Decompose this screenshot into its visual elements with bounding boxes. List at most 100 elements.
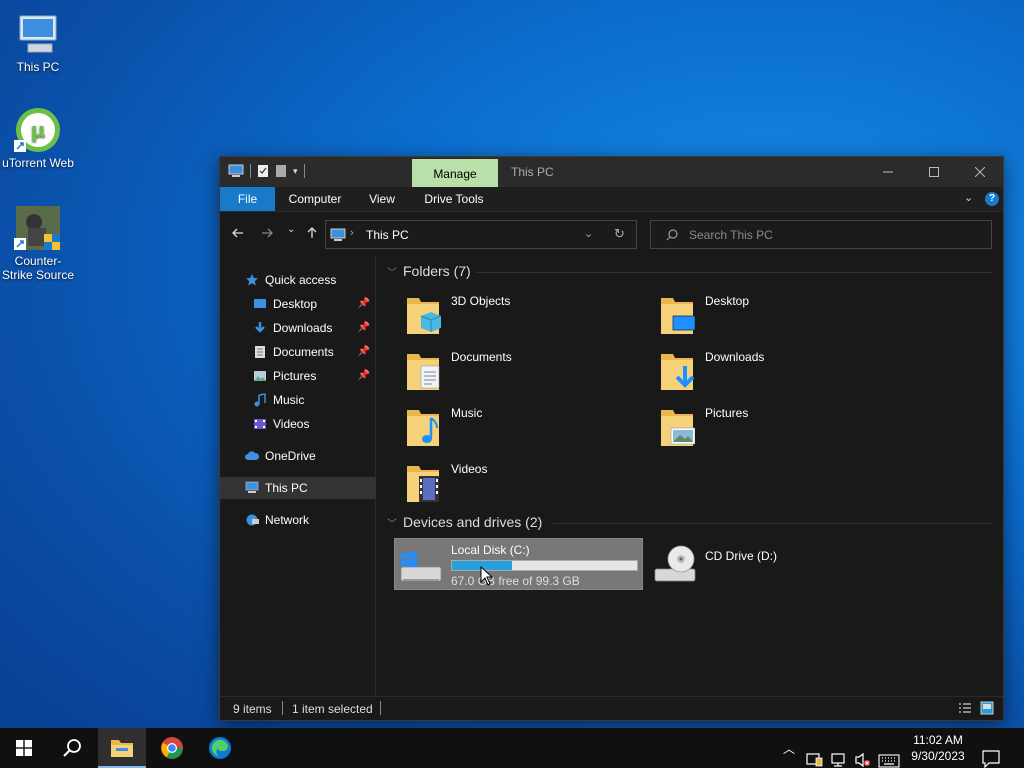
tab-computer[interactable]: Computer: [282, 187, 348, 211]
volume-muted-icon[interactable]: [854, 740, 872, 768]
large-icons-view-icon[interactable]: [980, 701, 994, 715]
properties-icon[interactable]: [257, 164, 269, 178]
videos-folder-icon: [407, 466, 439, 502]
expand-ribbon-icon[interactable]: ⌄: [964, 191, 973, 204]
taskbar-file-explorer[interactable]: [98, 728, 146, 768]
folder-label: Documents: [451, 350, 512, 364]
nav-label: This PC: [265, 481, 308, 495]
network-status-icon[interactable]: [830, 740, 848, 768]
folder-label: Downloads: [705, 350, 765, 364]
drives-header-label: Devices and drives (2): [403, 514, 543, 530]
drive-label: CD Drive (D:): [705, 549, 777, 563]
search-icon: [63, 739, 81, 757]
address-bar[interactable]: › This PC ⌄ ↻: [325, 220, 637, 249]
nav-downloads[interactable]: Downloads 📌: [220, 317, 376, 339]
folder-downloads[interactable]: Downloads: [649, 346, 889, 394]
chevron-down-icon: ﹀: [387, 268, 397, 279]
address-dropdown-icon[interactable]: ⌄: [584, 227, 593, 240]
navigation-bar: ⌄ › This PC ⌄ ↻: [220, 212, 1003, 256]
quick-access-toolbar: ▾: [228, 164, 305, 178]
nav-label: Quick access: [265, 273, 337, 287]
title-bar[interactable]: ▾ Manage This PC: [220, 157, 1003, 187]
details-view-icon[interactable]: [958, 702, 972, 714]
desktop-icon-utorrent[interactable]: µ uTorrent Web: [0, 106, 76, 170]
nav-desktop[interactable]: Desktop 📌: [220, 293, 376, 315]
nav-documents[interactable]: Documents 📌: [220, 341, 376, 363]
drive-local-disk-c[interactable]: Local Disk (C:) 67.0 GB free of 99.3 GB: [394, 538, 643, 590]
recent-locations-button[interactable]: ⌄: [287, 224, 295, 235]
folder-label: Desktop: [705, 294, 750, 308]
nav-label: Pictures: [273, 369, 317, 383]
nav-label: Music: [273, 393, 305, 407]
folder-documents[interactable]: Documents: [395, 346, 635, 394]
start-button[interactable]: [0, 728, 48, 768]
search-button[interactable]: [48, 728, 96, 768]
new-folder-icon[interactable]: [275, 164, 287, 178]
keyboard-icon[interactable]: [878, 741, 900, 768]
desktop-icon-label: uTorrent Web: [2, 156, 74, 170]
system-clock[interactable]: 11:02 AM 9/30/2023: [906, 732, 970, 764]
nav-onedrive[interactable]: OneDrive: [220, 445, 376, 467]
computer-icon: [14, 10, 62, 58]
arrow-up-icon: [307, 227, 317, 238]
nav-label: Desktop: [273, 297, 318, 311]
show-hidden-icons-button[interactable]: ︿: [783, 740, 795, 768]
nav-music[interactable]: Music: [220, 389, 376, 411]
clock-time: 11:02 AM: [913, 733, 963, 747]
edge-icon: [209, 737, 231, 759]
windows-logo-icon: [16, 740, 32, 756]
nav-videos[interactable]: Videos: [220, 413, 376, 435]
maximize-button[interactable]: [911, 157, 957, 187]
search-input[interactable]: [689, 226, 979, 244]
nav-this-pc[interactable]: This PC: [220, 477, 376, 499]
minimize-button[interactable]: [865, 157, 911, 187]
nav-pictures[interactable]: Pictures 📌: [220, 365, 376, 387]
file-explorer-window: ▾ Manage This PC File Computer View Driv…: [219, 156, 1004, 721]
folder-videos[interactable]: Videos: [395, 458, 635, 506]
forward-button[interactable]: [261, 226, 273, 242]
refresh-icon[interactable]: ↻: [614, 226, 625, 242]
folders-group-header[interactable]: ﹀ Folders (7): [387, 263, 471, 279]
security-icon[interactable]: [806, 740, 824, 768]
desktop-icon-this-pc[interactable]: This PC: [0, 10, 76, 74]
help-icon[interactable]: ?: [985, 192, 999, 206]
folder-3d-objects[interactable]: 3D Objects: [395, 290, 635, 338]
folder-desktop[interactable]: Desktop: [649, 290, 889, 338]
up-button[interactable]: [306, 226, 318, 242]
document-icon: [255, 346, 265, 358]
folder-music[interactable]: Music: [395, 402, 635, 450]
close-button[interactable]: [957, 157, 1003, 187]
search-box[interactable]: [650, 220, 992, 249]
tab-file[interactable]: File: [220, 187, 275, 211]
nav-network[interactable]: Network: [220, 509, 376, 531]
desktop-icon-counter-strike[interactable]: Counter-Strike Source: [0, 204, 76, 282]
divider: [303, 164, 305, 178]
divider: [477, 272, 993, 273]
tab-drive-tools[interactable]: Drive Tools: [418, 187, 490, 211]
pin-icon: 📌: [357, 346, 370, 357]
status-item-count: 9 items: [233, 702, 272, 716]
drive-label: Local Disk (C:): [451, 543, 530, 557]
drives-group-header[interactable]: ﹀ Devices and drives (2): [387, 514, 542, 530]
breadcrumb-chevron-icon[interactable]: ›: [350, 227, 354, 239]
address-text: This PC: [366, 228, 409, 242]
computer-icon: [245, 481, 259, 493]
nav-label: Documents: [273, 345, 334, 359]
chevron-down-icon[interactable]: ▾: [293, 166, 298, 177]
taskbar-edge[interactable]: [196, 728, 244, 768]
drive-cd-d[interactable]: CD Drive (D:): [649, 538, 849, 590]
folder-pictures[interactable]: Pictures: [649, 402, 889, 450]
tab-manage[interactable]: Manage: [412, 159, 498, 187]
nav-label: Downloads: [273, 321, 333, 335]
music-note-icon: [254, 393, 266, 407]
computer-icon: [228, 164, 244, 177]
notifications-icon[interactable]: [982, 739, 1000, 768]
back-button[interactable]: [232, 226, 244, 242]
tab-view[interactable]: View: [362, 187, 402, 211]
file-explorer-icon: [111, 740, 133, 757]
arrow-right-icon: [262, 228, 273, 238]
taskbar-chrome[interactable]: [148, 728, 196, 768]
cloud-icon: [245, 451, 259, 460]
nav-quick-access[interactable]: Quick access: [220, 269, 376, 291]
chrome-icon: [161, 737, 183, 759]
